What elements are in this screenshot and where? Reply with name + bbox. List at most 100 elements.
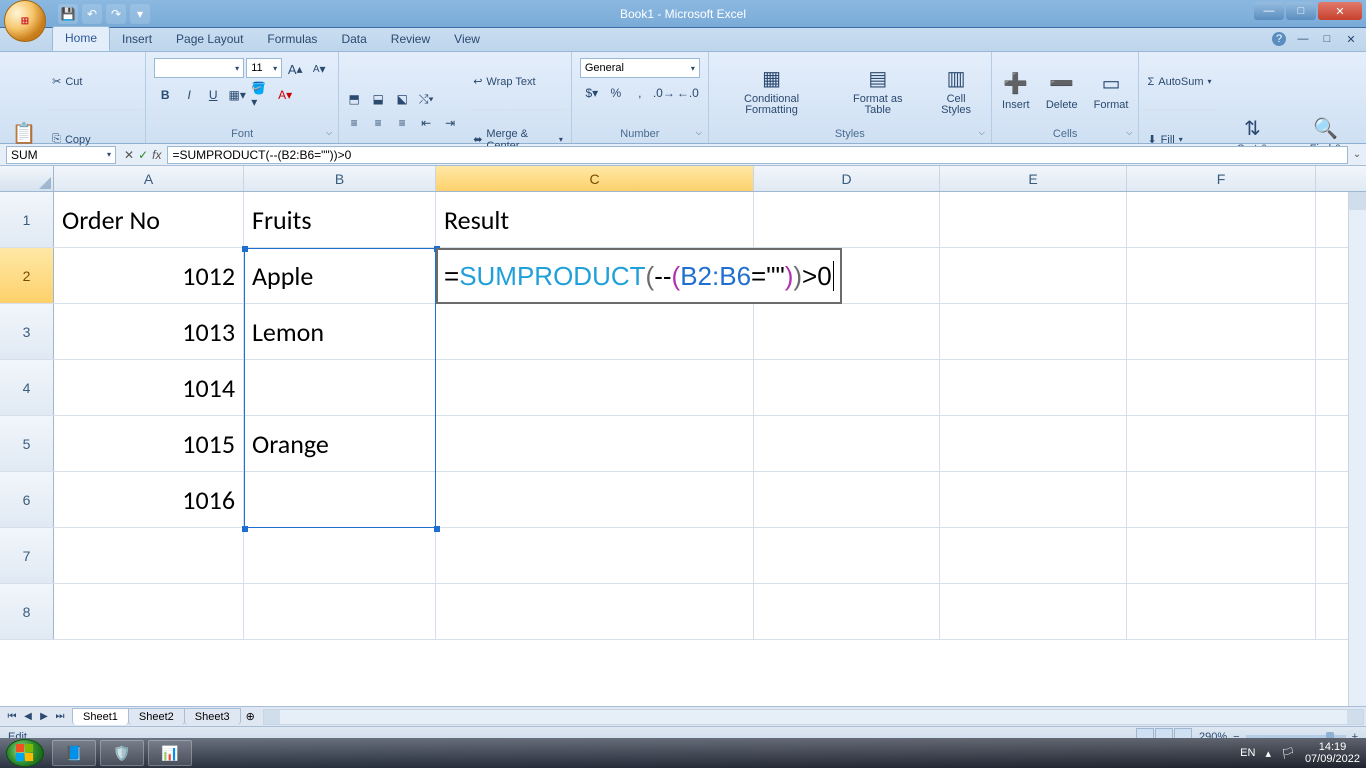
cell-E2[interactable]	[940, 248, 1127, 303]
insert-cells-button[interactable]: ➕Insert	[996, 67, 1036, 113]
cell-C6[interactable]	[436, 472, 754, 527]
tab-formulas[interactable]: Formulas	[255, 28, 329, 51]
row-header-4[interactable]: 4	[0, 360, 54, 415]
help-icon[interactable]: ?	[1272, 32, 1286, 46]
tab-review[interactable]: Review	[379, 28, 442, 51]
tab-home[interactable]: Home	[52, 26, 110, 51]
cell-D4[interactable]	[754, 360, 940, 415]
row-header-7[interactable]: 7	[0, 528, 54, 583]
new-sheet-button[interactable]: ⊕	[240, 710, 261, 723]
cell-F2[interactable]	[1127, 248, 1316, 303]
sheet-nav-first-icon[interactable]: ⏮	[4, 709, 20, 725]
cell-D8[interactable]	[754, 584, 940, 639]
indent-decrease-button[interactable]: ⇤	[415, 112, 437, 134]
vertical-scrollbar[interactable]	[1348, 192, 1366, 726]
cell-A4[interactable]: 1014	[54, 360, 244, 415]
tray-lang[interactable]: EN	[1240, 747, 1255, 759]
cell-B8[interactable]	[244, 584, 436, 639]
sheet-nav-prev-icon[interactable]: ◀	[20, 709, 36, 725]
align-middle-button[interactable]: ⬓	[367, 88, 389, 110]
cell-E6[interactable]	[940, 472, 1127, 527]
cell-B3[interactable]: Lemon	[244, 304, 436, 359]
italic-button[interactable]: I	[178, 84, 200, 106]
cell-B5[interactable]: Orange	[244, 416, 436, 471]
number-format-select[interactable]: General▾	[580, 58, 700, 78]
format-cells-button[interactable]: ▭Format	[1088, 67, 1135, 113]
font-color-button[interactable]: A▾	[274, 84, 296, 106]
increase-decimal-button[interactable]: .0→	[653, 82, 675, 104]
cut-button[interactable]: ✂Cut	[48, 54, 141, 110]
format-as-table-button[interactable]: ▤Format as Table	[834, 62, 921, 118]
align-bottom-button[interactable]: ⬕	[391, 88, 413, 110]
cell-A3[interactable]: 1013	[54, 304, 244, 359]
tab-data[interactable]: Data	[329, 28, 378, 51]
cell-D1[interactable]	[754, 192, 940, 247]
tray-flag-icon[interactable]: 🏳	[1281, 747, 1295, 760]
fill-color-button[interactable]: 🪣▾	[250, 84, 272, 106]
tab-page-layout[interactable]: Page Layout	[164, 28, 255, 51]
col-header-F[interactable]: F	[1127, 166, 1316, 191]
formula-enter-button[interactable]: ✓	[138, 148, 148, 162]
decrease-decimal-button[interactable]: ←.0	[677, 82, 699, 104]
row-header-5[interactable]: 5	[0, 416, 54, 471]
grow-font-button[interactable]: A▴	[284, 58, 306, 80]
tray-chevron-icon[interactable]: ▴	[1265, 747, 1271, 760]
cell-B4[interactable]	[244, 360, 436, 415]
editing-cell[interactable]: =SUMPRODUCT(--(B2:B6=""))>0	[436, 248, 842, 304]
percent-button[interactable]: %	[605, 82, 627, 104]
shrink-font-button[interactable]: A▾	[308, 58, 330, 80]
horizontal-scrollbar[interactable]	[263, 709, 1364, 725]
cell-C1[interactable]: Result	[436, 192, 754, 247]
row-header-2[interactable]: 2	[0, 248, 54, 303]
border-button[interactable]: ▦▾	[226, 84, 248, 106]
indent-increase-button[interactable]: ⇥	[439, 112, 461, 134]
cell-D3[interactable]	[754, 304, 940, 359]
cell-C7[interactable]	[436, 528, 754, 583]
window-maximize-button[interactable]: □	[1286, 2, 1316, 20]
wrap-text-button[interactable]: ↩Wrap Text	[469, 54, 567, 110]
cell-E5[interactable]	[940, 416, 1127, 471]
cell-D6[interactable]	[754, 472, 940, 527]
cell-E7[interactable]	[940, 528, 1127, 583]
tray-clock[interactable]: 14:19 07/09/2022	[1305, 741, 1360, 765]
cell-F7[interactable]	[1127, 528, 1316, 583]
cell-E3[interactable]	[940, 304, 1127, 359]
qat-redo-icon[interactable]: ↷	[106, 4, 126, 24]
col-header-D[interactable]: D	[754, 166, 940, 191]
col-header-E[interactable]: E	[940, 166, 1127, 191]
cell-B7[interactable]	[244, 528, 436, 583]
sheet-tab-1[interactable]: Sheet1	[72, 708, 129, 725]
qat-undo-icon[interactable]: ↶	[82, 4, 102, 24]
taskbar-app-word[interactable]: 📘	[52, 740, 96, 766]
name-box[interactable]: SUM▾	[6, 146, 116, 164]
cell-A6[interactable]: 1016	[54, 472, 244, 527]
cell-A7[interactable]	[54, 528, 244, 583]
row-header-1[interactable]: 1	[0, 192, 54, 247]
cell-F6[interactable]	[1127, 472, 1316, 527]
tab-insert[interactable]: Insert	[110, 28, 164, 51]
select-all-corner[interactable]	[0, 166, 54, 191]
mdi-close-icon[interactable]: ✕	[1344, 32, 1358, 46]
cell-A2[interactable]: 1012	[54, 248, 244, 303]
cell-A1[interactable]: Order No	[54, 192, 244, 247]
start-button[interactable]	[6, 739, 44, 767]
formula-cancel-button[interactable]: ✕	[124, 148, 134, 162]
mdi-minimize-icon[interactable]: —	[1296, 32, 1310, 46]
row-header-3[interactable]: 3	[0, 304, 54, 359]
align-center-button[interactable]: ≡	[367, 112, 389, 134]
cell-E8[interactable]	[940, 584, 1127, 639]
cell-F3[interactable]	[1127, 304, 1316, 359]
cell-E1[interactable]	[940, 192, 1127, 247]
formula-bar[interactable]: =SUMPRODUCT(--(B2:B6=""))>0	[167, 146, 1348, 164]
office-button[interactable]: ⊞	[4, 0, 46, 42]
autosum-button[interactable]: ΣAutoSum▾	[1143, 54, 1215, 110]
cell-E4[interactable]	[940, 360, 1127, 415]
cell-B1[interactable]: Fruits	[244, 192, 436, 247]
window-minimize-button[interactable]: —	[1254, 2, 1284, 20]
cell-D5[interactable]	[754, 416, 940, 471]
tab-view[interactable]: View	[442, 28, 492, 51]
col-header-B[interactable]: B	[244, 166, 436, 191]
align-right-button[interactable]: ≡	[391, 112, 413, 134]
underline-button[interactable]: U	[202, 84, 224, 106]
comma-button[interactable]: ,	[629, 82, 651, 104]
